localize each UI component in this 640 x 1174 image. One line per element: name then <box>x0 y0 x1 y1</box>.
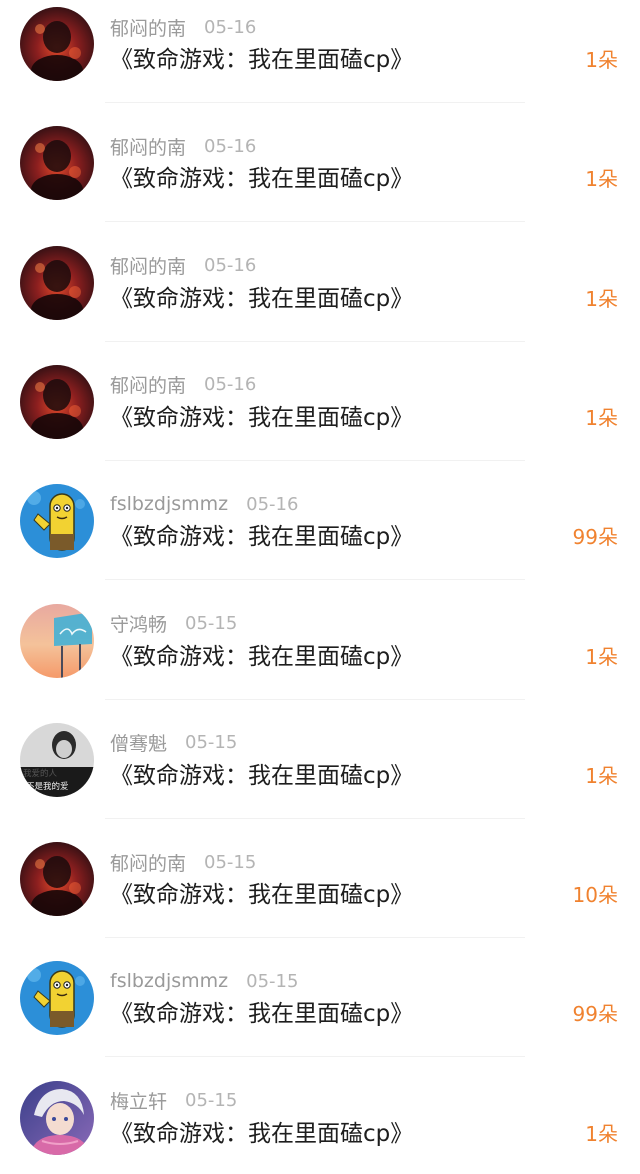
list-item[interactable]: fslbzdjsmmz 05-16 《致命游戏：我在里面磕cp》 99朵 <box>0 477 640 596</box>
item-meta: 郁闷的南 05-15 <box>110 848 256 876</box>
gift-count: 1朵 <box>585 167 618 192</box>
avatar-caption-line2: 不是我的爱 <box>26 781 69 792</box>
book-title[interactable]: 《致命游戏：我在里面磕cp》 <box>110 44 413 76</box>
book-title[interactable]: 《致命游戏：我在里面磕cp》 <box>110 641 413 673</box>
username[interactable]: fslbzdjsmmz <box>110 493 228 515</box>
user-avatar[interactable] <box>20 7 94 81</box>
item-meta: 守鸿畅 05-15 <box>110 610 237 638</box>
date: 05-15 <box>204 851 257 873</box>
gift-count: 1朵 <box>585 48 618 72</box>
user-avatar[interactable] <box>20 484 94 559</box>
item-meta: 僧骞魁 05-15 <box>110 729 237 757</box>
gift-count: 99朵 <box>572 1002 618 1027</box>
divider <box>105 1056 525 1058</box>
date: 05-15 <box>246 970 299 992</box>
item-meta: 郁闷的南 05-16 <box>110 13 256 41</box>
date: 05-16 <box>204 135 257 157</box>
user-avatar[interactable] <box>20 126 94 201</box>
divider <box>105 698 525 700</box>
username[interactable]: fslbzdjsmmz <box>110 970 228 992</box>
divider <box>105 340 525 342</box>
username[interactable]: 郁闷的南 <box>110 371 186 398</box>
list-item[interactable]: 梅立轩 05-15 《致命游戏：我在里面磕cp》 1朵 <box>0 1074 640 1174</box>
divider <box>105 102 525 103</box>
date: 05-16 <box>246 493 299 515</box>
book-title[interactable]: 《致命游戏：我在里面磕cp》 <box>110 402 413 434</box>
divider <box>105 579 525 581</box>
book-title[interactable]: 《致命游戏：我在里面磕cp》 <box>110 1118 413 1150</box>
yellow-cartoon-fish-avatar-icon <box>20 484 94 559</box>
divider <box>105 937 525 939</box>
gift-count: 1朵 <box>585 1121 618 1146</box>
divider <box>105 221 525 223</box>
item-meta: fslbzdjsmmz 05-15 <box>110 967 298 995</box>
dark-red-figure-avatar-icon <box>20 126 94 201</box>
gift-count: 1朵 <box>585 286 618 311</box>
date: 05-16 <box>204 16 257 38</box>
user-avatar[interactable] <box>20 961 94 1036</box>
book-title[interactable]: 《致命游戏：我在里面磕cp》 <box>110 521 413 553</box>
dark-red-figure-avatar-icon <box>20 7 94 81</box>
user-avatar[interactable] <box>20 842 94 917</box>
username[interactable]: 僧骞魁 <box>110 729 167 756</box>
book-title[interactable]: 《致命游戏：我在里面磕cp》 <box>110 283 413 315</box>
username[interactable]: 郁闷的南 <box>110 14 186 41</box>
item-meta: 郁闷的南 05-16 <box>110 371 256 399</box>
username[interactable]: 郁闷的南 <box>110 849 186 876</box>
date: 05-16 <box>204 255 257 277</box>
dark-red-figure-avatar-icon <box>20 842 94 917</box>
gift-count: 1朵 <box>585 763 618 788</box>
user-avatar[interactable] <box>20 1080 94 1155</box>
item-meta: fslbzdjsmmz 05-16 <box>110 490 298 518</box>
user-avatar[interactable]: 我爱的人 不是我的爱 <box>20 722 94 797</box>
list-item[interactable]: 郁闷的南 05-15 《致命游戏：我在里面磕cp》 10朵 <box>0 835 640 954</box>
user-avatar[interactable] <box>20 603 94 678</box>
item-meta: 郁闷的南 05-16 <box>110 132 256 160</box>
gift-record-list: 郁闷的南 05-16 《致命游戏：我在里面磕cp》 1朵 郁闷的南 05-16 … <box>0 0 640 1174</box>
username[interactable]: 郁闷的南 <box>110 252 186 279</box>
list-item[interactable]: 郁闷的南 05-16 《致命游戏：我在里面磕cp》 1朵 <box>0 0 640 119</box>
book-title[interactable]: 《致命游戏：我在里面磕cp》 <box>110 760 413 792</box>
list-item[interactable]: 郁闷的南 05-16 《致命游戏：我在里面磕cp》 1朵 <box>0 119 640 238</box>
date: 05-15 <box>185 1090 238 1112</box>
username[interactable]: 梅立轩 <box>110 1087 167 1114</box>
list-item[interactable]: 我爱的人 不是我的爱 僧骞魁 05-15 《致命游戏：我在里面磕cp》 1朵 <box>0 716 640 835</box>
avatar-caption-line1: 我爱的人 <box>23 768 58 779</box>
gift-count: 1朵 <box>585 405 618 430</box>
book-title[interactable]: 《致命游戏：我在里面磕cp》 <box>110 879 413 911</box>
dark-red-figure-avatar-icon <box>20 245 94 320</box>
date: 05-15 <box>185 613 238 634</box>
gift-count: 99朵 <box>572 525 618 550</box>
sunset-billboard-avatar-icon <box>20 603 94 678</box>
gift-count: 10朵 <box>572 883 618 908</box>
divider <box>105 459 525 461</box>
list-item[interactable]: 郁闷的南 05-16 《致命游戏：我在里面磕cp》 1朵 <box>0 239 640 358</box>
list-item[interactable]: fslbzdjsmmz 05-15 《致命游戏：我在里面磕cp》 99朵 <box>0 954 640 1073</box>
divider <box>105 817 525 819</box>
date: 05-16 <box>204 374 257 396</box>
list-item[interactable]: 郁闷的南 05-16 《致命游戏：我在里面磕cp》 1朵 <box>0 358 640 477</box>
book-title[interactable]: 《致命游戏：我在里面磕cp》 <box>110 998 413 1030</box>
user-avatar[interactable] <box>20 364 94 439</box>
user-avatar[interactable] <box>20 245 94 320</box>
item-meta: 郁闷的南 05-16 <box>110 252 256 280</box>
dark-red-figure-avatar-icon <box>20 364 94 439</box>
username[interactable]: 郁闷的南 <box>110 133 186 160</box>
yellow-cartoon-fish-avatar-icon <box>20 961 94 1036</box>
anime-character-avatar-icon <box>20 1080 94 1155</box>
item-meta: 梅立轩 05-15 <box>110 1087 237 1115</box>
gift-count: 1朵 <box>585 644 618 669</box>
book-title[interactable]: 《致命游戏：我在里面磕cp》 <box>110 163 413 195</box>
username[interactable]: 守鸿畅 <box>110 610 167 637</box>
date: 05-15 <box>185 732 238 754</box>
list-item[interactable]: 守鸿畅 05-15 《致命游戏：我在里面磕cp》 1朵 <box>0 597 640 716</box>
bw-portrait-text-avatar-icon: 我爱的人 不是我的爱 <box>20 722 94 797</box>
